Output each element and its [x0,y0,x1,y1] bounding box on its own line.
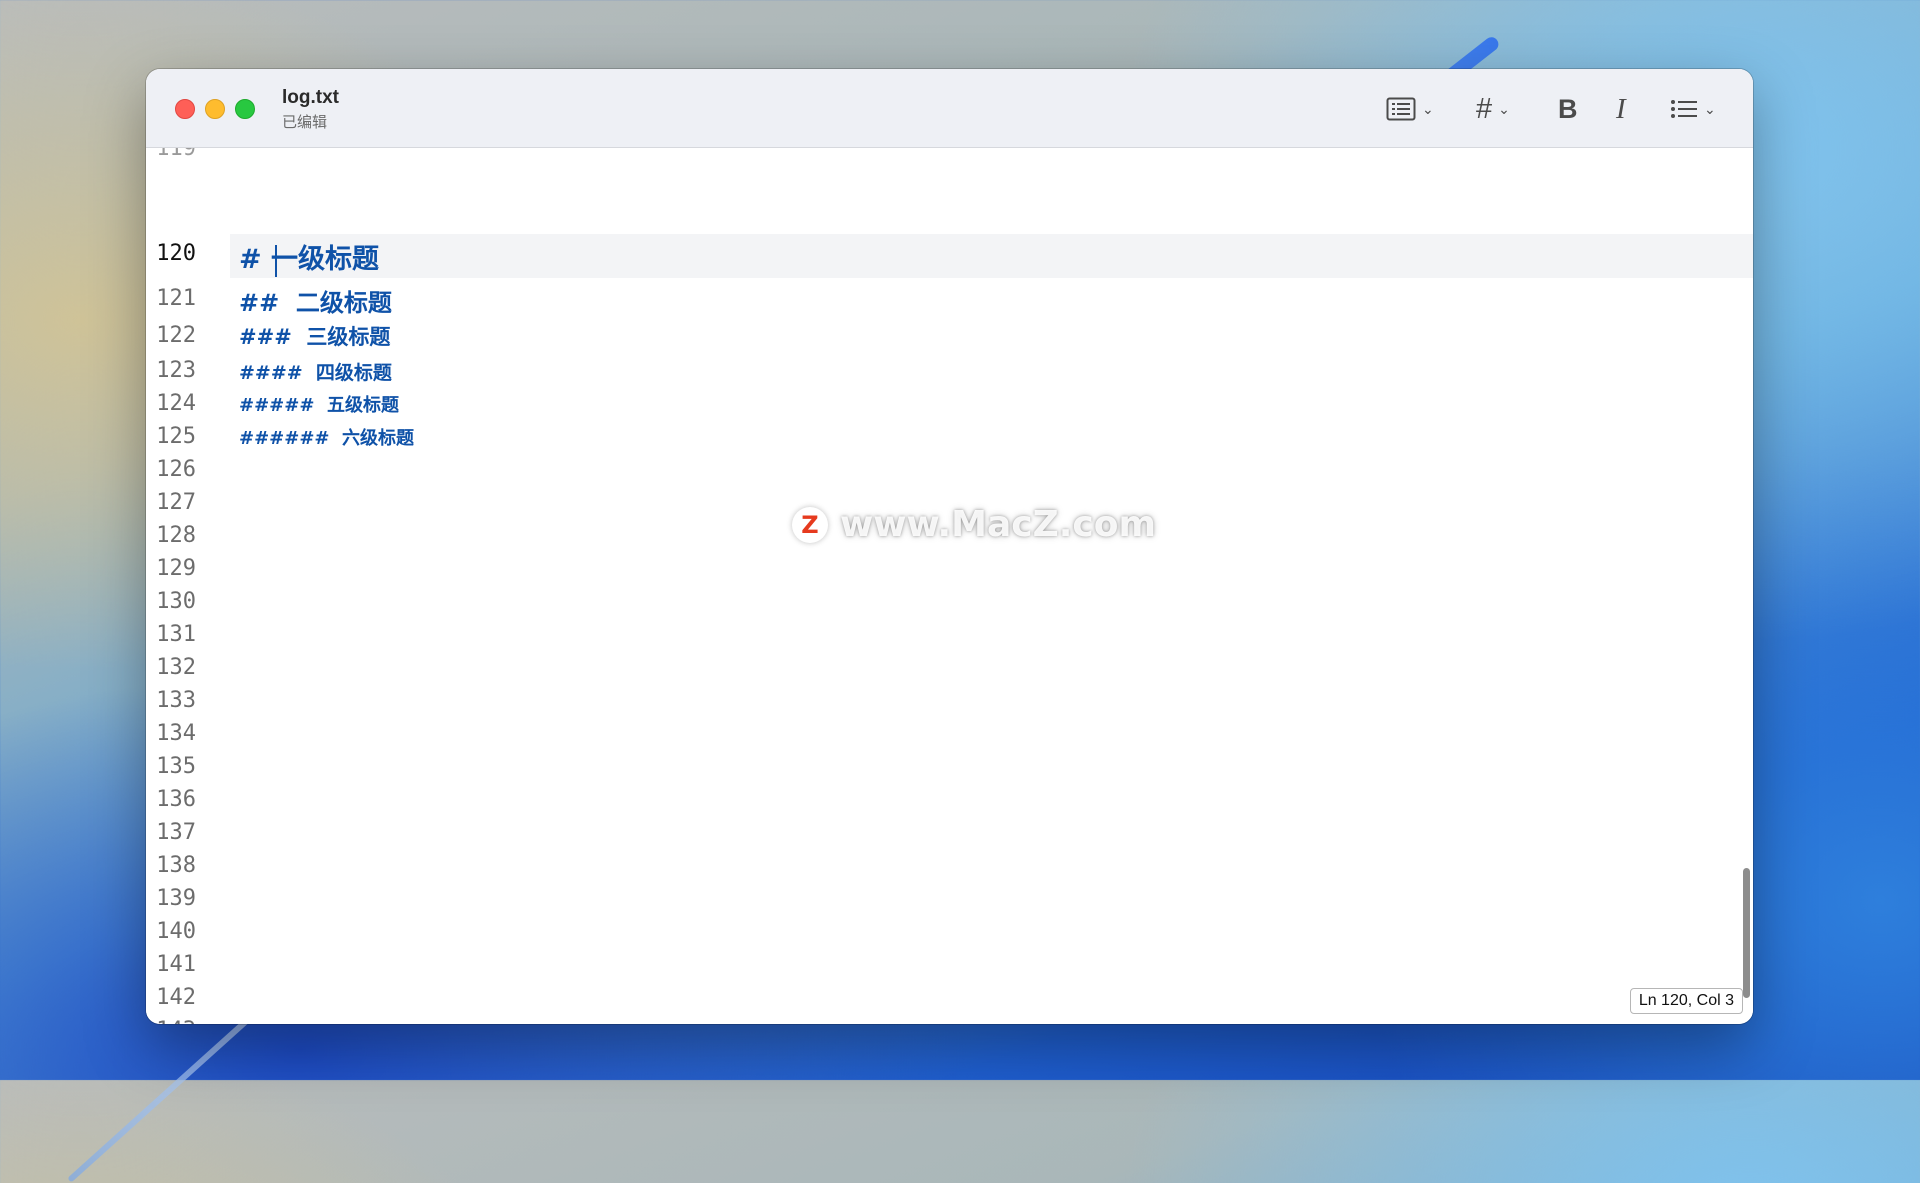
list-menu-button[interactable]: ⌄ [1670,91,1716,127]
editor-line: 141 [146,952,1753,982]
close-button[interactable] [175,99,195,119]
editor-line: 120 [146,241,1753,271]
document-outline-icon [1386,97,1416,121]
line-number: 131 [156,622,196,647]
line-number: 139 [156,886,196,911]
editor-line: 132 [146,655,1753,685]
line-number: 137 [156,820,196,845]
editor-line: 142 [146,985,1753,1015]
heading-1-text[interactable]: # 一级标题 [239,237,379,276]
document-title[interactable]: log.txt [282,87,339,109]
line-number: 120 [156,241,196,266]
vertical-scrollbar[interactable] [1743,868,1750,998]
bulleted-list-icon [1671,100,1697,118]
line-number: 135 [156,754,196,779]
watermark-logo: Z [792,506,828,543]
line-number: 133 [156,688,196,713]
editor-line: 131 [146,622,1753,652]
editor-line: 137 [146,820,1753,850]
line-number: 127 [156,490,196,515]
heading-3-text[interactable]: ### 三级标题 [239,321,390,351]
line-number: 136 [156,787,196,812]
editor-line: 138 [146,853,1753,883]
line-number: 119 [156,148,196,161]
line-number: 129 [156,556,196,581]
watermark-text: www.MacZ.com [840,504,1156,545]
heading-2-text[interactable]: ## 二级标题 [239,283,392,318]
watermark: Z www.MacZ.com [792,504,1156,545]
line-number: 143 [146,1018,196,1024]
editor-line: 119 [146,148,1753,166]
line-number: 128 [156,523,196,548]
editor-line: 126 [146,457,1753,487]
editor-line: 130 [146,589,1753,619]
chevron-down-icon: ⌄ [1498,100,1510,117]
document-status: 已编辑 [282,114,328,131]
line-number: 141 [156,952,196,977]
editor-line: 139 [146,886,1753,916]
editor-line: 135 [146,754,1753,784]
editor-line: 140 [146,919,1753,949]
line-number: 138 [156,853,196,878]
chevron-down-icon: ⌄ [1422,100,1434,117]
editor-line: 136 [146,787,1753,817]
heading-5-text[interactable]: ##### 五级标题 [239,391,399,417]
text-editor[interactable]: 119 120 # 一级标题 121 ## 二级标题 122 ### 三级标题 … [146,148,1753,1024]
title-bar: log.txt 已编辑 ⌄ # ⌄ B I ⌄ [146,69,1753,148]
editor-line: 143 [146,1018,1753,1024]
minimize-button[interactable] [205,99,225,119]
view-menu-button[interactable]: ⌄ [1386,91,1434,127]
line-number: 124 [156,391,196,416]
bold-button[interactable]: B [1558,91,1578,127]
line-number: 142 [156,985,196,1010]
heading-4-text[interactable]: #### 四级标题 [239,358,392,385]
editor-line: 133 [146,688,1753,718]
heading-6-text[interactable]: ###### 六级标题 [239,424,414,450]
chevron-down-icon: ⌄ [1704,100,1716,117]
line-number: 140 [156,919,196,944]
line-number: 126 [156,457,196,482]
editor-line: 134 [146,721,1753,751]
line-number: 122 [156,323,196,348]
italic-button[interactable]: I [1616,91,1626,127]
editor-line: 129 [146,556,1753,586]
line-number: 125 [156,424,196,449]
cursor-position-status: Ln 120, Col 3 [1629,988,1743,1014]
editor-window: log.txt 已编辑 ⌄ # ⌄ B I ⌄ 119 120 # 一级标题 1… [146,69,1753,1024]
heading-menu-button[interactable]: # ⌄ [1476,91,1510,127]
heading-label: # [1476,92,1493,125]
line-number: 123 [156,358,196,383]
zoom-button[interactable] [235,99,255,119]
line-number: 132 [156,655,196,680]
line-number: 130 [156,589,196,614]
line-number: 134 [156,721,196,746]
text-caret [275,245,277,277]
line-number: 121 [156,286,196,311]
